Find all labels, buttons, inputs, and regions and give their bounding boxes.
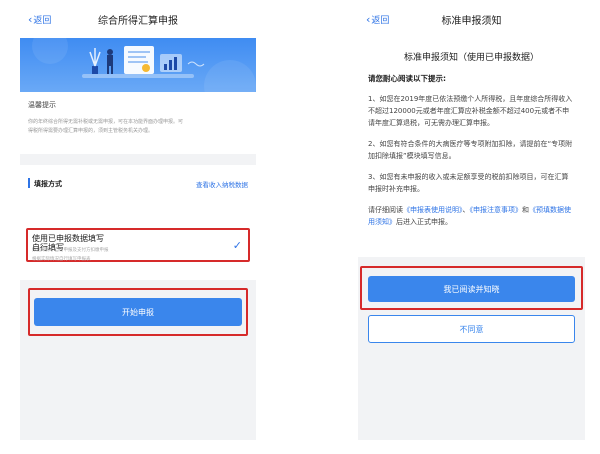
- plant-icon: [89, 48, 101, 74]
- para-text: 后进入正式申报。: [396, 218, 452, 226]
- tip-line: 得税所得需要办理汇算申报的，须到主管税务机关办理。: [28, 128, 154, 134]
- left-screen: ‹返回 综合所得汇算申报 温馨提示 你的年终综合所得无需补税或无需申报，可在本功…: [20, 0, 256, 440]
- tip-body: 你的年终综合所得无需补税或无需申报，可在本功能界面办理申报。可 得税所得需要办理…: [28, 118, 248, 136]
- method-panel: 填报方式 查看收入纳税数据: [20, 165, 256, 280]
- document-icon: [124, 46, 154, 74]
- notice-paragraph: 1、如您在2019年度已依法预缴个人所得税，且年度综合所得收入不超过120000…: [368, 95, 573, 127]
- para-text: 和: [522, 206, 529, 214]
- declaration-notes-link[interactable]: 《申报注意事项》: [470, 206, 523, 214]
- option-manual-entry[interactable]: 自行填写 根据实际情况自行填写申报表: [26, 242, 250, 262]
- notice-card: 标准申报须知（使用已申报数据） 请您耐心阅读以下提示: 1、如您在2019年度已…: [358, 38, 585, 257]
- navbar: ‹返回 综合所得汇算申报: [20, 0, 256, 38]
- page-title: 综合所得汇算申报: [98, 16, 178, 27]
- notice-paragraph-links: 请仔细阅读《申报表使用说明》、《申报注意事项》和《预填数据使用须知》后进入正式申…: [368, 204, 575, 228]
- person-icon: [107, 49, 113, 74]
- notice-paragraph: 3、如您有未申报的收入或未足额享受的税前扣除项目，可在汇算申报时补充申报。: [368, 173, 569, 193]
- chart-icon: [160, 54, 182, 72]
- card-title: 标准申报须知（使用已申报数据）: [403, 53, 539, 63]
- option-title: 自行填写: [32, 243, 64, 252]
- para-text: 请仔细阅读: [368, 206, 403, 214]
- option-subtitle: 根据实际情况自行填写申报表: [32, 257, 91, 262]
- method-header: 填报方式 查看收入纳税数据: [20, 177, 256, 191]
- start-declaration-button[interactable]: 开始申报: [34, 298, 242, 326]
- para-text: 、: [462, 206, 470, 214]
- usage-guide-link[interactable]: 《申报表使用说明》: [403, 206, 463, 214]
- card-subtitle: 请您耐心阅读以下提示:: [368, 74, 446, 83]
- right-screen: ‹返回 标准申报须知 标准申报须知（使用已申报数据） 请您耐心阅读以下提示: 1…: [358, 0, 585, 440]
- method-label: 填报方式: [34, 180, 62, 188]
- page-title: 标准申报须知: [441, 16, 502, 27]
- view-income-data-link[interactable]: 查看收入纳税数据: [196, 179, 248, 189]
- tip-line: 你的年终综合所得无需补税或无需申报，可在本功能界面办理申报。可: [28, 119, 184, 125]
- section-marker: [28, 178, 30, 188]
- tip-panel: 温馨提示 你的年终综合所得无需补税或无需申报，可在本功能界面办理申报。可 得税所…: [20, 92, 256, 154]
- banner-art: [32, 38, 256, 92]
- agree-button-highlight: 我已阅读并知晓: [360, 266, 583, 310]
- disagree-button[interactable]: 不同意: [368, 315, 575, 343]
- start-button-highlight: 开始申报: [28, 288, 248, 336]
- notice-paragraph: 2、如您有符合条件的大病医疗等专项附加扣除，请提前在“专项附加扣除填报”模块填写…: [368, 140, 573, 160]
- navbar: ‹返回 标准申报须知: [358, 0, 585, 38]
- banner-illustration: [20, 38, 256, 92]
- tip-title: 温馨提示: [28, 101, 56, 109]
- agree-button[interactable]: 我已阅读并知晓: [368, 276, 575, 302]
